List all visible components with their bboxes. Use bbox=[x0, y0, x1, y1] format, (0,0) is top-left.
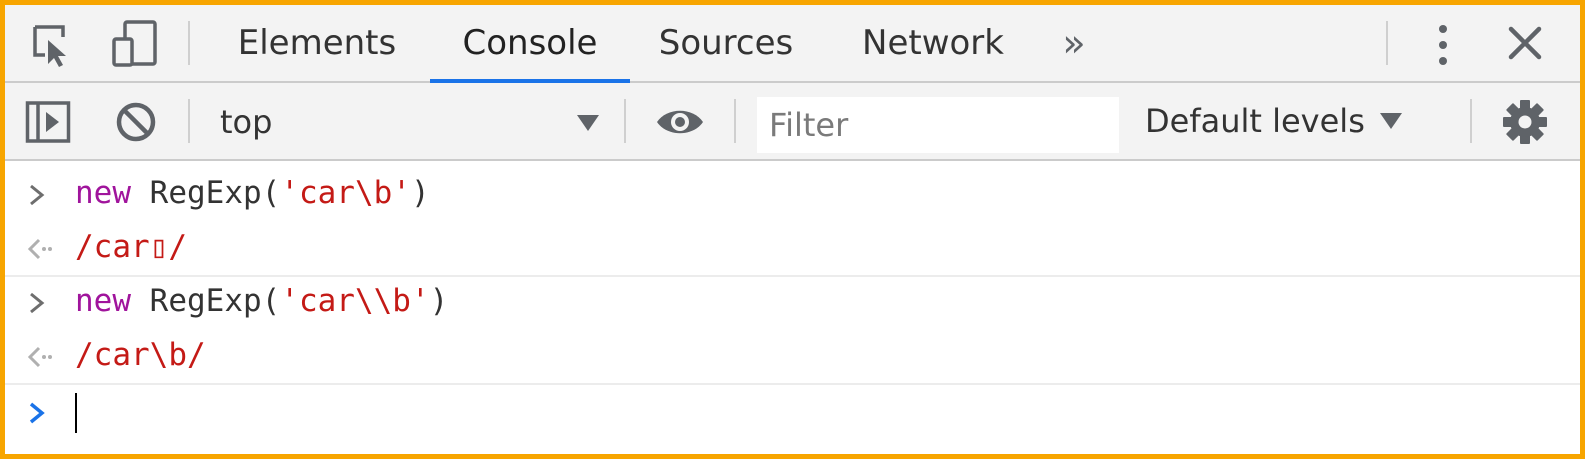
toolbar-separator-1 bbox=[188, 99, 190, 143]
tab-network[interactable]: Network bbox=[843, 5, 1023, 81]
toolbar-separator-4 bbox=[1470, 99, 1472, 143]
console-input-text: new RegExp('car\b') bbox=[75, 175, 430, 211]
context-selector[interactable]: top bbox=[210, 83, 615, 159]
console-output-line: /car▯/ bbox=[5, 221, 1580, 275]
output-return-icon bbox=[27, 238, 52, 260]
tab-elements-label: Elements bbox=[237, 23, 397, 63]
log-levels-label: Default levels bbox=[1145, 102, 1365, 140]
console-prompt-line[interactable] bbox=[5, 385, 1580, 439]
input-prompt-icon bbox=[30, 184, 45, 206]
levels-dropdown-arrow-icon bbox=[1379, 113, 1402, 129]
js-string: 'car\b' bbox=[280, 175, 411, 211]
tabbar-separator-right bbox=[1386, 21, 1388, 65]
close-icon[interactable] bbox=[1507, 25, 1543, 61]
console-toolbar: top Default levels bbox=[5, 83, 1580, 161]
toolbar-separator-3 bbox=[734, 99, 736, 143]
js-close-paren: ) bbox=[429, 283, 449, 319]
console-output-line: /car\b/ bbox=[5, 329, 1580, 383]
js-callee: RegExp( bbox=[131, 283, 281, 319]
console-input-line: new RegExp('car\\b') bbox=[5, 275, 1580, 329]
js-keyword: new bbox=[75, 175, 131, 211]
filter-input[interactable] bbox=[757, 97, 1119, 153]
devtools-window: Elements Console Sources Network » top F… bbox=[0, 0, 1585, 459]
console-messages: new RegExp('car\b') /car▯/ new RegExp('c… bbox=[5, 161, 1580, 454]
toolbar-separator-2 bbox=[624, 99, 626, 143]
log-levels-dropdown[interactable]: Default levels bbox=[1145, 83, 1403, 159]
more-tabs-button[interactable]: » bbox=[1049, 5, 1099, 81]
settings-icon[interactable] bbox=[1502, 99, 1548, 145]
clear-console-icon[interactable] bbox=[115, 101, 157, 143]
console-output-value[interactable]: /car▯/ bbox=[75, 229, 187, 265]
eye-icon[interactable] bbox=[655, 106, 705, 138]
console-input-line: new RegExp('car\b') bbox=[5, 167, 1580, 221]
devtools-tabbar: Elements Console Sources Network » bbox=[5, 5, 1580, 83]
tab-sources[interactable]: Sources bbox=[633, 5, 819, 81]
js-close-paren: ) bbox=[410, 175, 430, 211]
context-value: top bbox=[220, 103, 273, 141]
tab-network-label: Network bbox=[862, 23, 1004, 63]
device-toggle-icon[interactable] bbox=[109, 19, 161, 67]
tab-console[interactable]: Console bbox=[430, 5, 630, 83]
js-keyword: new bbox=[75, 283, 131, 319]
tab-elements[interactable]: Elements bbox=[217, 5, 417, 81]
inspect-icon[interactable] bbox=[31, 23, 75, 67]
sidebar-toggle-icon[interactable] bbox=[25, 100, 71, 144]
output-return-icon bbox=[27, 346, 52, 368]
dropdown-arrow-icon bbox=[577, 115, 599, 131]
js-string: 'car\\b' bbox=[280, 283, 430, 319]
console-output-value[interactable]: /car\b/ bbox=[75, 337, 206, 373]
input-prompt-icon bbox=[30, 292, 45, 314]
tab-console-label: Console bbox=[462, 23, 598, 63]
more-tabs-icon: » bbox=[1062, 21, 1086, 65]
tabbar-separator-left bbox=[188, 21, 190, 65]
active-prompt-icon bbox=[29, 402, 45, 424]
text-cursor bbox=[75, 393, 77, 433]
more-vert-icon[interactable] bbox=[1431, 23, 1455, 67]
tab-sources-label: Sources bbox=[658, 23, 794, 63]
js-callee: RegExp( bbox=[131, 175, 281, 211]
console-input-text: new RegExp('car\\b') bbox=[75, 283, 448, 319]
